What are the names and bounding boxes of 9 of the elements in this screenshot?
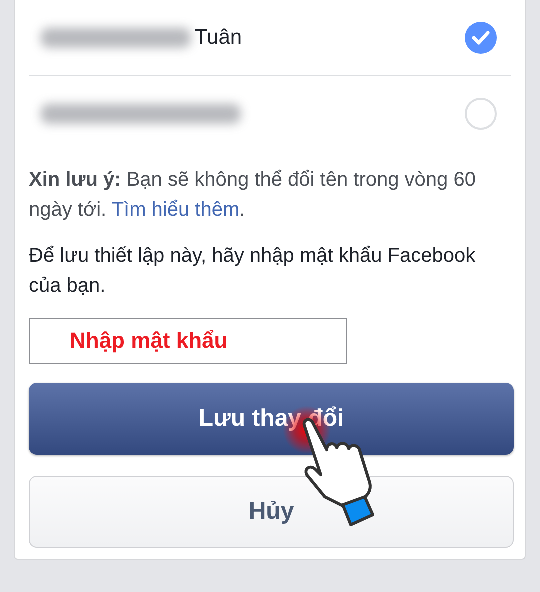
radio-button[interactable]	[465, 98, 497, 130]
instruction-text: Để lưu thiết lập này, hãy nhập mật khẩu Facebook của bạn.	[29, 244, 477, 299]
name-option-label: Tuân	[195, 26, 242, 50]
cancel-button[interactable]: Hủy	[29, 476, 514, 548]
check-icon	[472, 30, 490, 44]
learn-more-link[interactable]: Tìm hiểu thêm	[112, 199, 240, 221]
radio-button[interactable]	[465, 22, 497, 54]
password-field[interactable]: Nhập mật khẩu	[29, 318, 347, 364]
note-text: Xin lưu ý: Bạn sẽ không thể đổi tên trong vòng 60 ngày tới. Tìm hiểu thêm.	[29, 168, 477, 223]
